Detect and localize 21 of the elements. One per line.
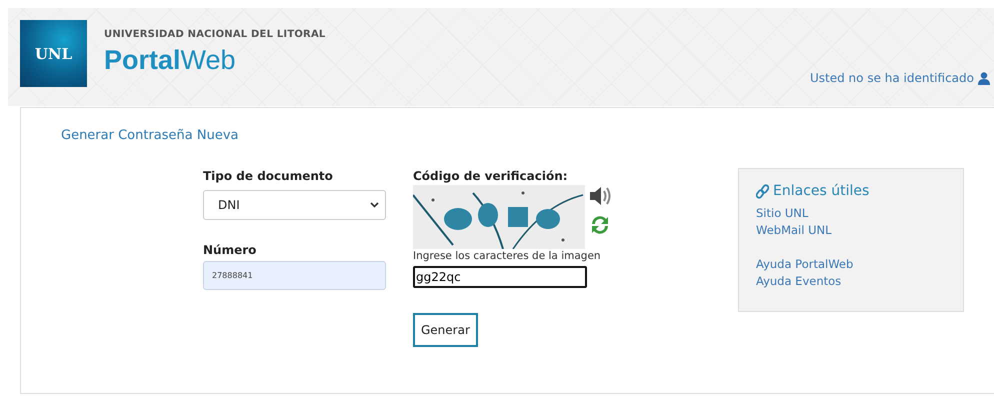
- generate-button[interactable]: Generar: [413, 313, 478, 347]
- document-type-select[interactable]: DNI: [203, 190, 386, 220]
- captcha-hint: Ingrese los caracteres de la imagen: [413, 250, 601, 262]
- link-icon: [756, 184, 769, 198]
- portal-title: PortalWeb: [104, 45, 237, 76]
- useful-link[interactable]: WebMail UNL: [756, 222, 946, 239]
- page-title: Generar Contraseña Nueva: [61, 128, 240, 143]
- captcha-input[interactable]: gg22qc: [413, 266, 587, 288]
- user-icon: [978, 72, 990, 84]
- logo: UNL: [20, 20, 87, 87]
- useful-link[interactable]: Ayuda PortalWeb: [756, 256, 946, 273]
- field-label: Número: [203, 243, 258, 257]
- number-input[interactable]: 27888841: [203, 261, 386, 290]
- chevron-down-icon: [370, 202, 379, 208]
- field-label: Tipo de documento: [203, 169, 334, 183]
- useful-link[interactable]: Sitio UNL: [756, 205, 946, 222]
- field-label: Código de verificación:: [413, 169, 568, 183]
- login-status[interactable]: Usted no se ha identificado: [810, 71, 974, 85]
- useful-link[interactable]: Ayuda Eventos: [756, 273, 946, 290]
- institution-name: UNIVERSIDAD NACIONAL DEL LITORAL: [104, 29, 326, 40]
- links-title: Enlaces útiles: [773, 183, 870, 199]
